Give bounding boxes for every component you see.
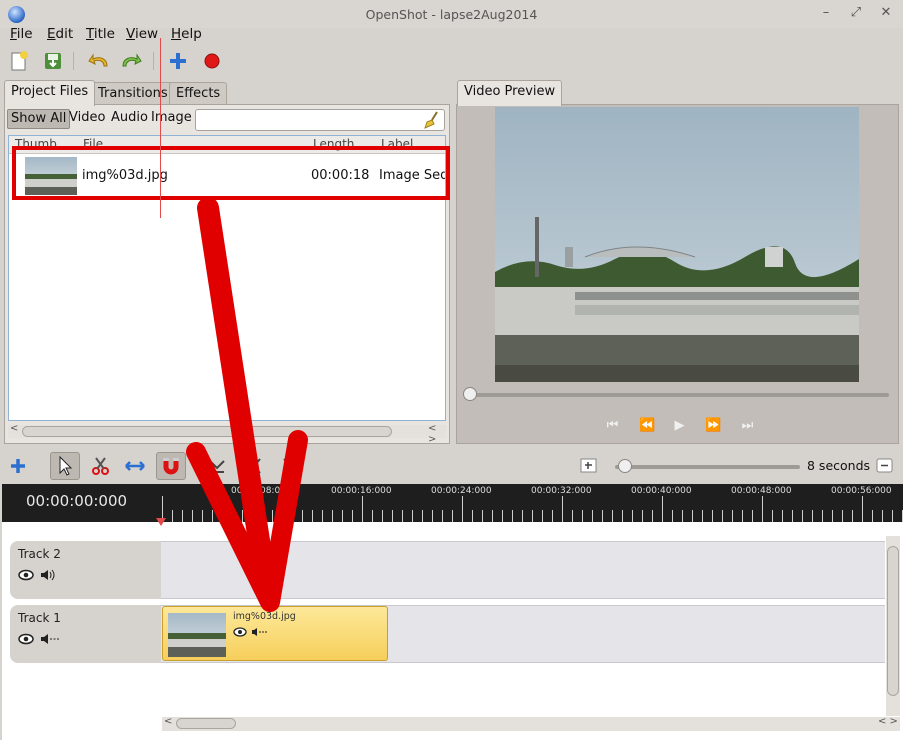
clip-thumbnail	[168, 613, 226, 657]
center-timeline-button[interactable]	[574, 452, 604, 480]
preview-seek-slider[interactable]	[463, 387, 889, 401]
jump-end-button[interactable]: ⏭	[734, 417, 758, 435]
clear-broom-icon[interactable]	[424, 111, 440, 129]
import-files-button[interactable]	[165, 48, 191, 74]
undo-icon	[88, 53, 108, 67]
filter-video[interactable]: Video	[66, 109, 108, 129]
openshot-logo-icon	[8, 6, 25, 23]
save-icon	[45, 53, 61, 69]
zoom-slider[interactable]	[615, 459, 800, 473]
jump-start-button[interactable]: ⏮	[599, 417, 623, 435]
zoom-out-button[interactable]	[870, 452, 900, 480]
zoom-label: 8 seconds	[807, 458, 871, 473]
previous-marker-button[interactable]	[242, 452, 272, 480]
minimize-button[interactable]: –	[818, 5, 834, 21]
ruler-label: 00:00:16:000	[331, 486, 392, 496]
speaker-muted-icon[interactable]	[40, 633, 60, 645]
record-icon	[204, 53, 220, 69]
resize-arrows-icon	[125, 461, 145, 471]
plus-icon	[11, 459, 25, 473]
ruler-label: 00:00:32:000	[531, 486, 592, 496]
menu-bar: File Edit Title View Help	[0, 24, 903, 46]
tab-video-preview[interactable]: Video Preview	[457, 80, 563, 106]
next-marker-icon	[283, 458, 292, 474]
file-list-hscrollbar[interactable]: < < >	[8, 423, 446, 445]
timeline-vscrollbar[interactable]	[886, 536, 900, 716]
filter-show-all[interactable]: Show All	[7, 109, 71, 129]
tab-transitions[interactable]: Transitions	[91, 82, 175, 106]
track-2-header[interactable]: Track 2	[10, 541, 162, 599]
menu-title[interactable]: Title	[86, 26, 115, 42]
next-marker-button[interactable]	[272, 452, 302, 480]
maximize-button[interactable]: ⤢	[848, 5, 864, 21]
fast-forward-button[interactable]: ⏩	[700, 417, 724, 435]
speaker-muted-icon[interactable]	[251, 627, 269, 637]
window-title: OpenShot - lapse2Aug2014	[365, 7, 538, 22]
annotation-highlight-box	[12, 146, 450, 200]
ruler-label: 00:00:48:000	[731, 486, 792, 496]
play-button[interactable]: ▶	[666, 417, 690, 435]
menu-edit[interactable]: Edit	[47, 26, 73, 42]
menu-help[interactable]: Help	[171, 26, 202, 42]
magnet-icon	[163, 458, 179, 475]
ruler-label: 00:00:08:000	[231, 486, 292, 496]
select-tool-button[interactable]	[50, 452, 80, 480]
ruler-label: 00:00:56:000	[831, 486, 892, 496]
track-2-lane[interactable]	[161, 541, 885, 599]
close-button[interactable]: ✕	[878, 5, 894, 21]
rewind-button[interactable]: ⏪	[634, 417, 658, 435]
arrow-pointer-icon	[59, 455, 73, 476]
search-input[interactable]	[195, 109, 445, 131]
menu-file[interactable]: File	[10, 26, 33, 42]
playhead-handle[interactable]	[156, 518, 166, 526]
new-document-icon	[11, 51, 28, 71]
eye-icon[interactable]	[18, 569, 34, 581]
timeline-ruler[interactable]: 00:00:00:000 00:00:08:000 00:00:16:000 0…	[2, 484, 903, 522]
clip-name: img%03d.jpg	[233, 611, 296, 622]
eye-icon[interactable]	[233, 627, 247, 637]
resize-tool-button[interactable]	[120, 452, 150, 480]
export-video-button[interactable]	[199, 48, 225, 74]
ruler-label: 00:00:40:000	[631, 486, 692, 496]
save-project-button[interactable]	[40, 48, 66, 74]
timeline-hscrollbar[interactable]: < < >	[162, 716, 900, 731]
tab-project-files[interactable]: Project Files	[4, 80, 96, 106]
new-project-button[interactable]	[6, 48, 32, 74]
previous-marker-icon	[252, 458, 261, 474]
ruler-label: 00:00:24:000	[431, 486, 492, 496]
eye-icon[interactable]	[18, 633, 34, 645]
track-1-header[interactable]: Track 1	[10, 605, 162, 663]
redo-button[interactable]	[118, 48, 144, 74]
menu-view[interactable]: View	[126, 26, 158, 42]
playhead-line[interactable]	[160, 38, 161, 218]
filter-audio[interactable]: Audio	[108, 109, 151, 129]
add-track-button[interactable]	[3, 452, 33, 480]
track-name: Track 1	[18, 611, 61, 625]
filter-image[interactable]: Image	[148, 109, 195, 129]
undo-button[interactable]	[86, 48, 112, 74]
video-preview-panel: ⏮ ⏪ ▶ ⏩ ⏭	[456, 104, 899, 444]
redo-icon	[122, 53, 142, 67]
marker-icon	[209, 460, 225, 473]
preview-seek-handle[interactable]	[463, 387, 477, 401]
timeline-clip[interactable]: img%03d.jpg	[162, 606, 388, 661]
add-marker-button[interactable]	[202, 452, 232, 480]
plus-icon	[170, 53, 186, 69]
scissors-icon	[92, 457, 109, 475]
center-icon	[580, 458, 597, 473]
snapping-toggle[interactable]	[156, 452, 186, 480]
razor-tool-button[interactable]	[86, 452, 116, 480]
speaker-icon[interactable]	[40, 569, 56, 581]
track-name: Track 2	[18, 547, 61, 561]
tab-effects[interactable]: Effects	[169, 82, 228, 106]
video-preview-frame	[495, 107, 859, 382]
main-toolbar	[0, 46, 903, 76]
timecode-display: 00:00:00:000	[26, 492, 128, 510]
minus-icon	[876, 458, 893, 473]
